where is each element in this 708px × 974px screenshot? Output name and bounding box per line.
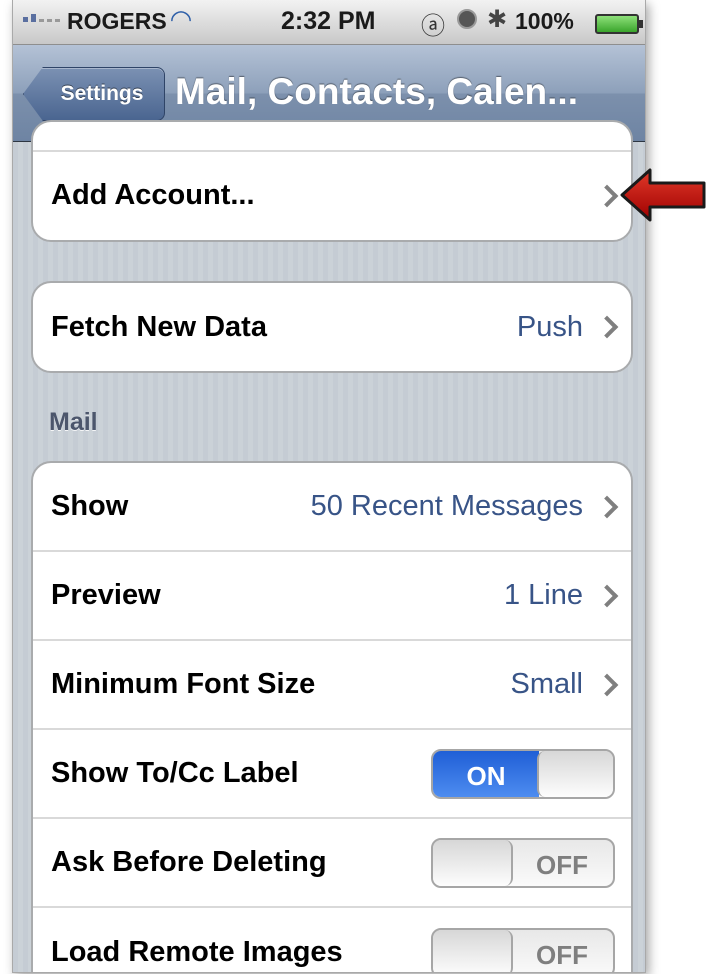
phone-screen: ROGERS ◠ 2:32 PM ⓐ ✱ 100% Settings Mail,… [12, 0, 646, 973]
accounts-group: Add Account... [31, 120, 633, 242]
load-remote-images-toggle[interactable]: OFF [431, 927, 615, 972]
fetch-new-data-value: Push [516, 310, 583, 343]
show-to-cc-label-row: Show To/Cc Label ON [33, 730, 631, 819]
fetch-new-data-label: Fetch New Data [51, 310, 267, 343]
show-row[interactable]: Show 50 Recent Messages [33, 463, 631, 552]
status-bar: ROGERS ◠ 2:32 PM ⓐ ✱ 100% [13, 0, 645, 45]
chevron-right-icon [595, 673, 619, 696]
load-remote-images-label: Load Remote Images [51, 936, 343, 968]
bluetooth-icon: ✱ [487, 6, 508, 33]
toggle-state: OFF [536, 939, 588, 970]
minimum-font-size-row[interactable]: Minimum Font Size Small [33, 641, 631, 730]
mail-group: Show 50 Recent Messages Preview 1 Line M… [31, 461, 633, 972]
load-remote-images-row: Load Remote Images OFF [33, 908, 631, 972]
fetch-new-data-row[interactable]: Fetch New Data Push [33, 283, 631, 371]
chevron-right-icon [595, 495, 619, 518]
toggle-knob [433, 839, 513, 886]
carrier-name: ROGERS [67, 8, 167, 34]
settings-back-button[interactable]: Settings [23, 67, 165, 121]
preview-value: 1 Line [503, 579, 583, 611]
mail-section-header: Mail [49, 408, 98, 436]
page-title: Mail, Contacts, Calen... [175, 71, 578, 112]
red-arrow-icon [620, 168, 706, 222]
minimum-font-size-label: Minimum Font Size [51, 668, 316, 700]
chevron-right-icon [595, 584, 619, 607]
chevron-right-icon [595, 184, 619, 207]
toggle-state: OFF [536, 849, 588, 880]
back-button-label: Settings [60, 82, 144, 105]
show-to-cc-label: Show To/Cc Label [51, 757, 299, 789]
show-label: Show [51, 490, 129, 522]
add-account-row[interactable]: Add Account... [33, 150, 631, 239]
signal-icon [23, 14, 60, 22]
alarm-icon [457, 9, 477, 29]
minimum-font-size-value: Small [510, 668, 583, 700]
ask-before-deleting-label: Ask Before Deleting [51, 846, 327, 878]
toggle-knob [433, 929, 513, 972]
ask-before-deleting-toggle[interactable]: OFF [431, 837, 615, 888]
ask-before-deleting-row: Ask Before Deleting OFF [33, 819, 631, 908]
status-time: 2:32 PM [281, 7, 376, 35]
preview-row[interactable]: Preview 1 Line [33, 552, 631, 641]
show-to-cc-toggle[interactable]: ON [431, 748, 615, 799]
show-value: 50 Recent Messages [310, 490, 583, 522]
battery-icon [595, 14, 643, 34]
wifi-icon: ◠ [171, 4, 191, 34]
rotation-lock-icon: ⓐ [421, 13, 445, 40]
add-account-label: Add Account... [51, 179, 255, 211]
battery-percentage: 100% [515, 8, 574, 34]
preview-label: Preview [51, 579, 161, 611]
toggle-knob [537, 750, 613, 797]
fetch-group: Fetch New Data Push [31, 281, 633, 373]
toggle-state: ON [466, 760, 506, 791]
chevron-right-icon [595, 315, 619, 339]
